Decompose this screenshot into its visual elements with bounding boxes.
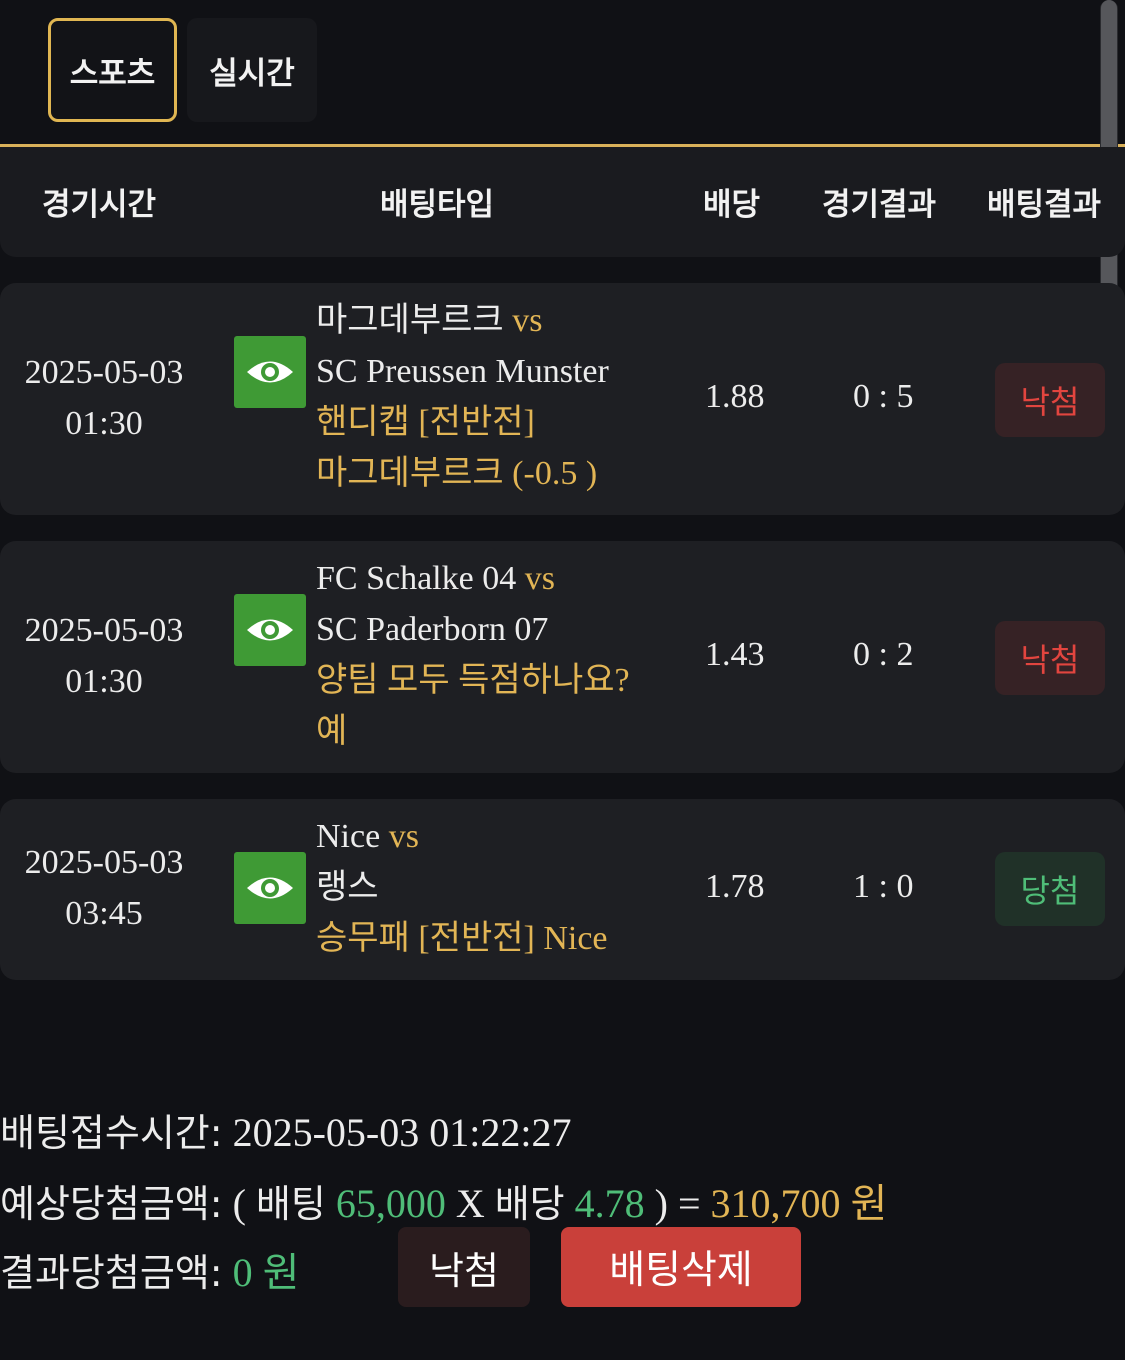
bet-word: 배팅 xyxy=(255,1182,326,1226)
game-datetime: 2025-05-03 01:30 xyxy=(0,605,208,707)
table-row: 2025-05-03 01:30 마그데부르크 vs SC Preussen M… xyxy=(0,283,1125,515)
total-odds: 4.78 xyxy=(574,1181,645,1226)
game-score: 1 : 0 xyxy=(853,868,914,905)
stake-amount: 65,000 xyxy=(335,1181,446,1226)
header-bet-result: 배팅결과 xyxy=(987,187,1102,223)
home-team: 마그데부르크 xyxy=(316,302,504,339)
bet-status-button[interactable]: 낙첨 xyxy=(398,1227,530,1307)
bet-pick: 예 xyxy=(316,713,348,750)
result-win-label: 결과당첨금액: xyxy=(0,1251,223,1295)
times-sign: X xyxy=(455,1181,485,1226)
game-date: 2025-05-03 xyxy=(24,612,184,649)
tab-sports[interactable]: 스포츠 xyxy=(48,18,177,122)
open-paren: ( xyxy=(232,1181,246,1226)
expected-win-label: 예상당첨금액: xyxy=(0,1182,223,1226)
odds-value: 1.43 xyxy=(705,636,765,673)
home-team: FC Schalke 04 xyxy=(316,560,517,597)
result-amount: 0 원 xyxy=(232,1250,300,1295)
eye-icon[interactable] xyxy=(234,852,306,924)
away-team: SC Paderborn 07 xyxy=(316,611,549,648)
match-info: FC Schalke 04 vs SC Paderborn 07 양팀 모두 득… xyxy=(316,553,630,757)
game-score: 0 : 2 xyxy=(853,636,914,673)
eye-icon[interactable] xyxy=(234,336,306,408)
bet-type: 핸디캡 [전반전] xyxy=(316,404,535,441)
header-bet-type: 배팅타입 xyxy=(380,187,495,223)
betting-history-page: 스포츠 실시간 경기시간 배팅타입 배당 경기결과 배팅결과 2025-05-0… xyxy=(0,0,1125,1360)
vs-label: vs xyxy=(388,818,419,855)
status-badge: 낙첨 xyxy=(995,363,1105,437)
game-date: 2025-05-03 xyxy=(24,354,184,391)
bet-pick: 마그데부르크 (-0.5 ) xyxy=(316,455,598,492)
game-datetime: 2025-05-03 03:45 xyxy=(0,837,208,939)
odds-value: 1.88 xyxy=(705,378,765,415)
table-header: 경기시간 배팅타입 배당 경기결과 배팅결과 xyxy=(0,147,1125,257)
game-date: 2025-05-03 xyxy=(24,844,184,881)
header-odds: 배당 xyxy=(703,187,761,223)
header-game-time: 경기시간 xyxy=(42,187,157,223)
tab-bar: 스포츠 실시간 xyxy=(48,18,317,122)
game-time: 03:45 xyxy=(65,895,143,932)
match-info: 마그데부르크 vs SC Preussen Munster 핸디캡 [전반전] … xyxy=(316,295,609,499)
table-row: 2025-05-03 03:45 Nice vs 랭스 승무패 [전반전] Ni… xyxy=(0,799,1125,980)
odds-value: 1.78 xyxy=(705,868,765,905)
close-equals: ) = xyxy=(654,1181,701,1226)
vs-label: vs xyxy=(512,302,543,339)
eye-icon[interactable] xyxy=(234,594,306,666)
game-time: 01:30 xyxy=(65,663,143,700)
result-win-line: 결과당첨금액: 0 원 xyxy=(0,1240,299,1298)
vs-label: vs xyxy=(524,560,555,597)
away-team: SC Preussen Munster xyxy=(316,353,609,390)
bet-received-line: 배팅접수시간: 2025-05-03 01:22:27 xyxy=(0,1102,571,1157)
match-info: Nice vs 랭스 승무패 [전반전] Nice xyxy=(316,811,608,964)
status-badge: 낙첨 xyxy=(995,621,1105,695)
away-team: 랭스 xyxy=(316,869,379,906)
home-team: Nice xyxy=(316,818,381,855)
expected-win-line: 예상당첨금액: ( 배팅 65,000 X 배당 4.78 ) = 310,70… xyxy=(0,1171,887,1229)
delete-bet-button[interactable]: 배팅삭제 xyxy=(561,1227,801,1307)
status-badge: 당첨 xyxy=(995,852,1105,926)
table-row: 2025-05-03 01:30 FC Schalke 04 vs SC Pad… xyxy=(0,541,1125,773)
bet-type: 승무패 [전반전] Nice xyxy=(316,920,608,957)
tab-live[interactable]: 실시간 xyxy=(187,18,317,122)
bet-type: 양팀 모두 득점하나요? xyxy=(316,662,630,699)
game-time: 01:30 xyxy=(65,405,143,442)
game-datetime: 2025-05-03 01:30 xyxy=(0,347,208,449)
header-game-result: 경기결과 xyxy=(822,187,937,223)
game-score: 0 : 5 xyxy=(853,378,914,415)
odds-word: 배당 xyxy=(494,1182,565,1226)
bet-received-label: 배팅접수시간: xyxy=(0,1111,223,1155)
bet-received-value: 2025-05-03 01:22:27 xyxy=(232,1110,572,1155)
expected-amount: 310,700 원 xyxy=(710,1181,888,1226)
